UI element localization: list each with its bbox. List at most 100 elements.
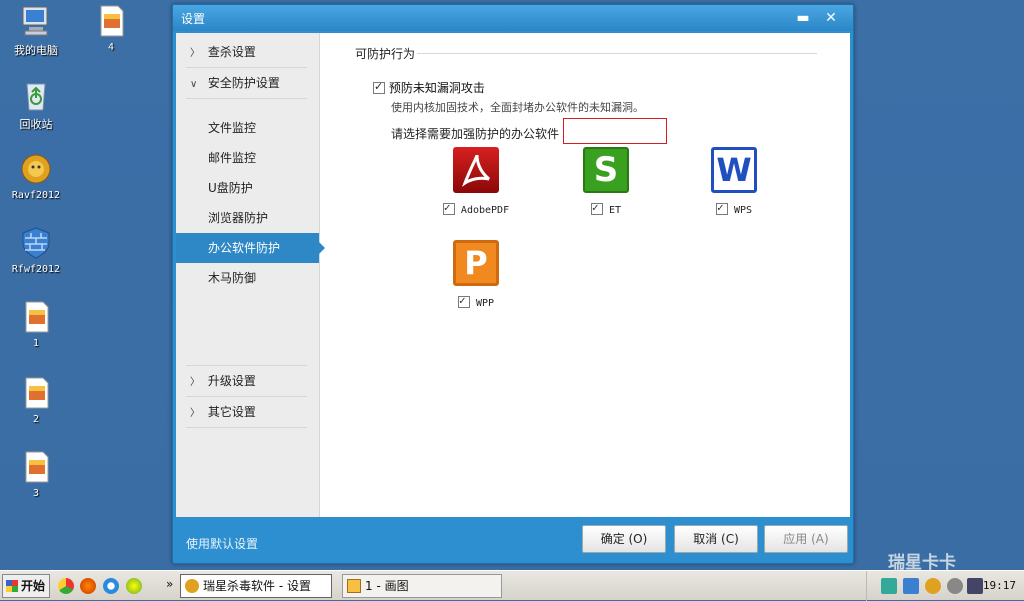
- firefox-icon[interactable]: [80, 578, 96, 594]
- nav-item-label: 文件监控: [208, 121, 257, 135]
- nav-item-label: 浏览器防护: [208, 211, 269, 225]
- desktop-icon-my-computer[interactable]: 我的电脑: [0, 4, 72, 58]
- section-title: 可防护行为: [355, 47, 416, 61]
- computer-icon: [19, 4, 53, 38]
- restore-defaults-link[interactable]: 使用默认设置: [186, 535, 258, 552]
- clock: 19:17: [982, 579, 1016, 592]
- antivirus-tray-icon[interactable]: [925, 578, 941, 594]
- browser-icon[interactable]: [126, 578, 142, 594]
- prevent-unknown-exploit-option[interactable]: 预防未知漏洞攻击: [373, 79, 485, 96]
- task-paint[interactable]: 1 - 画图: [342, 574, 502, 598]
- et-checkbox[interactable]: [590, 201, 603, 215]
- image-file-icon: [94, 4, 128, 38]
- minimize-button[interactable]: ▬: [793, 9, 813, 27]
- desktop-icon-label: 回收站: [19, 118, 53, 131]
- apply-button[interactable]: 应用 (A): [764, 525, 848, 553]
- desktop-icon-label: Rfwf2012: [11, 264, 61, 275]
- et-spreadsheet-icon: S: [583, 147, 629, 193]
- nav-divider: [186, 427, 307, 428]
- lion-shield-icon: [185, 579, 199, 593]
- app-label: ET: [608, 205, 622, 216]
- nav-item-trojan-defense[interactable]: 木马防御: [176, 263, 319, 293]
- ok-button[interactable]: 确定 (O): [582, 525, 666, 553]
- recycle-bin-icon: [19, 78, 53, 112]
- settings-nav: 〉 查杀设置 ∨ 安全防护设置 文件监控 邮件监控 U盘防护 浏览器防护 办公软…: [176, 33, 325, 517]
- desktop-icon-file-4[interactable]: 4: [75, 4, 147, 53]
- windows-flag-icon: [6, 580, 18, 592]
- app-label: AdobePDF: [460, 205, 510, 216]
- window-title: 设置: [181, 12, 206, 26]
- desktop-icon-file-1[interactable]: 1: [0, 300, 72, 349]
- quicklaunch-overflow-icon[interactable]: »: [166, 577, 173, 591]
- firewall-icon: [19, 226, 53, 260]
- nav-item-file-monitor[interactable]: 文件监控: [176, 113, 319, 143]
- app-option-adobe-pdf: AdobePDF: [436, 147, 516, 216]
- nav-item-label: U盘防护: [208, 181, 253, 195]
- nav-item-label: 木马防御: [208, 271, 257, 285]
- task-label: 瑞星杀毒软件 - 设置: [203, 579, 311, 593]
- app-option-et: S ET: [566, 147, 646, 216]
- nav-item-mail-monitor[interactable]: 邮件监控: [176, 143, 319, 173]
- chevron-right-icon: 〉: [190, 48, 200, 59]
- window-footer: 使用默认设置 确定 (O) 取消 (C) 应用 (A): [176, 519, 850, 563]
- app-option-wpp: P WPP: [436, 240, 516, 309]
- firewall-tray-icon[interactable]: [903, 578, 919, 594]
- display-icon[interactable]: [967, 578, 983, 594]
- image-file-icon: [19, 376, 53, 410]
- desktop: 我的电脑 4 回收站 Ravf2012 Rfwf2012 1 2 3 设置 ▬ …: [0, 0, 1024, 570]
- desktop-icon-rfwf2012[interactable]: Rfwf2012: [0, 226, 72, 275]
- nav-item-label: 邮件监控: [208, 151, 257, 165]
- nav-item-office-protection[interactable]: 办公软件防护: [176, 233, 325, 263]
- volume-icon[interactable]: [947, 578, 963, 594]
- task-label: 1 - 画图: [365, 579, 409, 593]
- settings-window: 设置 ▬ ✕ 〉 查杀设置 ∨ 安全防护设置 文件监控 邮件监控 U盘防护 浏览…: [172, 4, 854, 564]
- cancel-button[interactable]: 取消 (C): [674, 525, 758, 553]
- system-tray: 19:17: [866, 571, 1024, 601]
- pick-office-software-box[interactable]: [563, 118, 667, 144]
- desktop-icon-label: 我的电脑: [14, 44, 58, 57]
- adobe-pdf-icon: [453, 147, 499, 193]
- taskbar: 开始 » 瑞星杀毒软件 - 设置 1 - 画图 19:17: [0, 570, 1024, 601]
- network-icon[interactable]: [881, 578, 897, 594]
- desktop-icon-file-2[interactable]: 2: [0, 376, 72, 425]
- desktop-icon-recycle-bin[interactable]: 回收站: [0, 78, 72, 132]
- wpp-presentation-icon: P: [453, 240, 499, 286]
- paint-icon: [347, 579, 361, 593]
- nav-item-usb-protection[interactable]: U盘防护: [176, 173, 319, 203]
- nav-item-label: 办公软件防护: [208, 241, 281, 255]
- image-file-icon: [19, 300, 53, 334]
- wps-checkbox[interactable]: [715, 201, 728, 215]
- prevent-unknown-exploit-checkbox[interactable]: [373, 80, 385, 94]
- nav-group-label: 查杀设置: [207, 45, 256, 59]
- lion-shield-icon: [19, 152, 53, 186]
- desktop-icon-label: 3: [32, 488, 40, 499]
- nav-group-scan-settings[interactable]: 〉 查杀设置: [176, 37, 319, 67]
- desktop-icon-label: 2: [32, 414, 40, 425]
- nav-group-security-protection[interactable]: ∨ 安全防护设置: [176, 68, 319, 98]
- option-label: 预防未知漏洞攻击: [388, 81, 485, 95]
- close-button[interactable]: ✕: [821, 9, 841, 27]
- nav-item-browser-protection[interactable]: 浏览器防护: [176, 203, 319, 233]
- settings-content: 可防护行为 预防未知漏洞攻击 使用内核加固技术，全面封堵办公软件的未知漏洞。 请…: [351, 33, 847, 517]
- wpp-checkbox[interactable]: [457, 294, 470, 308]
- option-description: 使用内核加固技术，全面封堵办公软件的未知漏洞。: [391, 101, 644, 114]
- ie-icon[interactable]: [103, 578, 119, 594]
- desktop-icon-file-3[interactable]: 3: [0, 450, 72, 499]
- nav-group-label: 安全防护设置: [207, 76, 280, 90]
- nav-group-label: 其它设置: [207, 405, 256, 419]
- section-divider: [417, 53, 817, 54]
- app-label: WPS: [733, 205, 753, 216]
- chrome-icon[interactable]: [58, 578, 74, 594]
- start-button[interactable]: 开始: [2, 574, 50, 598]
- app-option-wps: W WPS: [694, 147, 774, 216]
- adobe-pdf-checkbox[interactable]: [442, 201, 455, 215]
- desktop-icon-ravf2012[interactable]: Ravf2012: [0, 152, 72, 201]
- task-rising-antivirus[interactable]: 瑞星杀毒软件 - 设置: [180, 574, 332, 598]
- desktop-icon-label: 4: [107, 42, 115, 53]
- window-titlebar[interactable]: 设置 ▬ ✕: [173, 5, 853, 31]
- nav-group-label: 升级设置: [207, 374, 256, 388]
- nav-group-other-settings[interactable]: 〉 其它设置: [176, 397, 319, 427]
- nav-group-update-settings[interactable]: 〉 升级设置: [176, 366, 319, 396]
- start-label: 开始: [21, 579, 46, 593]
- chevron-right-icon: 〉: [190, 377, 200, 388]
